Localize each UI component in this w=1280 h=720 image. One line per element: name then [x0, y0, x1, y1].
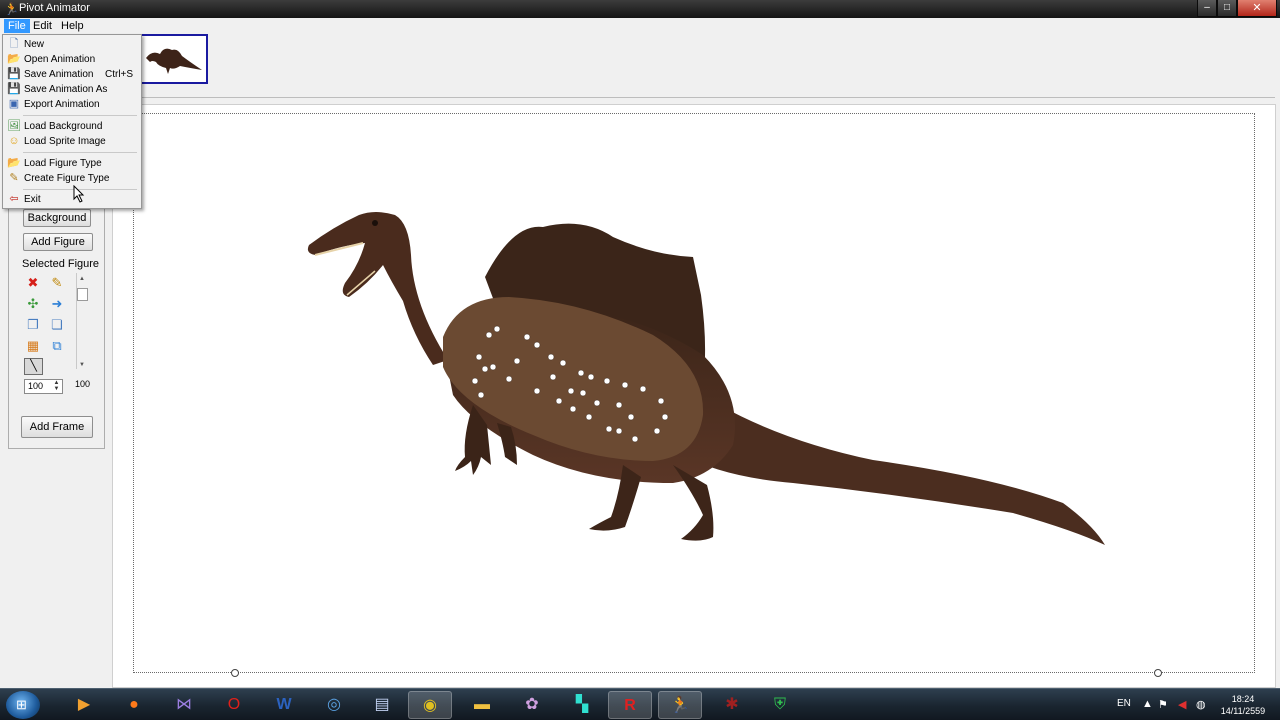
- menu-help[interactable]: Help: [57, 19, 88, 33]
- animation-canvas[interactable]: [112, 104, 1276, 688]
- flip-figure-icon[interactable]: ➜: [49, 296, 65, 312]
- windows-logo-icon: ⊞: [16, 697, 27, 712]
- add-figure-button[interactable]: Add Figure: [23, 233, 93, 251]
- menu-item-load-sprite-image[interactable]: ☺ Load Sprite Image: [5, 134, 139, 149]
- spin-arrows-icon[interactable]: ▲ ▼: [51, 380, 62, 393]
- title-bar: 🏃 Pivot Animator – □ ✕: [0, 0, 1280, 18]
- center-figure-icon[interactable]: ✣: [25, 296, 41, 312]
- delete-figure-icon[interactable]: ✖: [25, 275, 41, 291]
- system-clock[interactable]: 18:24 14/11/2559: [1213, 693, 1273, 717]
- action-center-icon[interactable]: ⚑: [1158, 698, 1168, 711]
- taskbar-word[interactable]: W: [262, 691, 306, 719]
- line-tool-icon[interactable]: ╲: [24, 358, 43, 375]
- clock-date: 14/11/2559: [1220, 706, 1266, 716]
- taskbar-paint[interactable]: ✿: [510, 691, 554, 719]
- taskbar-file-explorer[interactable]: ▬: [460, 691, 504, 719]
- copy-figure-icon[interactable]: ⧉: [49, 338, 65, 354]
- load-background-icon: 🖼: [7, 120, 21, 132]
- load-figure-icon: 📂: [7, 157, 21, 169]
- menu-separator: [23, 115, 137, 116]
- frame-dinosaur-preview: [146, 48, 202, 74]
- minimize-button[interactable]: –: [1197, 0, 1217, 17]
- bring-forward-icon[interactable]: ❐: [25, 317, 41, 333]
- slider-down-arrow-icon[interactable]: ▼: [79, 362, 85, 368]
- export-icon: ▣: [8, 98, 20, 110]
- menu-item-create-figure-type[interactable]: ✎ Create Figure Type: [5, 171, 139, 186]
- mouse-cursor-icon: [73, 185, 85, 203]
- menu-bar: File Edit Help: [0, 18, 1280, 34]
- show-hidden-icons-icon[interactable]: ▲: [1142, 698, 1153, 710]
- selected-figure-label: Selected Figure: [22, 258, 100, 270]
- clock-time: 18:24: [1231, 694, 1255, 704]
- exit-icon: ⇦: [9, 193, 19, 205]
- taskbar-visual-studio[interactable]: ⋈: [162, 691, 206, 719]
- menu-file[interactable]: File: [4, 19, 30, 33]
- windows-taskbar: ⊞ ▶ ● ⋈ O W ◎ ▤ ◉ ▬ ✿ ▚ R 🏃 ✱ ⛨ EN ▲ ⚑ ◀…: [0, 688, 1280, 720]
- language-indicator[interactable]: EN: [1117, 698, 1131, 720]
- taskbar-spider-app[interactable]: ✱: [710, 691, 754, 719]
- pivot-app-icon: 🏃: [4, 2, 19, 16]
- color-figure-icon[interactable]: ▦: [25, 338, 41, 354]
- frame-timeline: [140, 34, 1275, 98]
- menu-separator: [23, 152, 137, 153]
- pencil-icon: ✎: [9, 172, 19, 184]
- taskbar-opera[interactable]: O: [212, 691, 256, 719]
- start-button[interactable]: ⊞: [6, 691, 40, 719]
- taskbar-media-player[interactable]: ▶: [62, 691, 106, 719]
- window-title: Pivot Animator: [19, 2, 90, 14]
- send-backward-icon[interactable]: ❏: [49, 317, 65, 333]
- maximize-button[interactable]: □: [1217, 0, 1237, 17]
- menu-item-exit[interactable]: ⇦ Exit: [5, 192, 139, 207]
- taskbar-firefox[interactable]: ●: [112, 691, 156, 719]
- edit-figure-icon[interactable]: ✎: [49, 275, 65, 291]
- menu-item-new[interactable]: 🗋 New: [5, 37, 139, 52]
- open-animation-icon: 📂: [7, 53, 21, 65]
- menu-item-export-animation[interactable]: ▣ Export Animation: [5, 97, 139, 112]
- taskbar-presentation[interactable]: ▤: [360, 691, 404, 719]
- pivot-animator-window: 🏃 Pivot Animator – □ ✕ File Edit Help Ba…: [0, 0, 1280, 720]
- frame-thumbnail[interactable]: [140, 34, 208, 84]
- network-icon[interactable]: ◍: [1196, 698, 1206, 711]
- taskbar-network-tool[interactable]: ◎: [312, 691, 356, 719]
- add-frame-button[interactable]: Add Frame: [21, 416, 93, 438]
- taskbar-pivot-animator[interactable]: 🏃: [658, 691, 702, 719]
- taskbar-game[interactable]: ▚: [560, 691, 604, 719]
- close-button[interactable]: ✕: [1237, 0, 1277, 17]
- menu-item-open-animation[interactable]: 📂 Open Animation: [5, 52, 139, 67]
- slider-up-arrow-icon[interactable]: ▲: [79, 276, 85, 282]
- save-shortcut: Ctrl+S: [105, 69, 134, 80]
- menu-item-save-animation[interactable]: 💾 Save Animation Ctrl+S: [5, 67, 139, 82]
- file-dropdown-menu: 🗋 New 📂 Open Animation 💾 Save Animation …: [2, 34, 142, 209]
- taskbar-roblox[interactable]: R: [608, 691, 652, 719]
- size-max-label: 100: [75, 379, 91, 389]
- new-file-icon: 🗋: [9, 38, 19, 50]
- menu-item-load-figure-type[interactable]: 📂 Load Figure Type: [5, 156, 139, 171]
- spinosaurus-sprite[interactable]: [113, 105, 1277, 689]
- sprite-icon: ☺: [8, 135, 20, 147]
- menu-edit[interactable]: Edit: [29, 19, 56, 33]
- slider-thumb[interactable]: [77, 288, 88, 301]
- menu-item-save-animation-as[interactable]: 💾 Save Animation As: [5, 82, 139, 97]
- save-as-icon: 💾: [7, 83, 21, 95]
- save-icon: 💾: [7, 68, 21, 80]
- taskbar-security-shield[interactable]: ⛨: [758, 691, 802, 719]
- volume-muted-icon[interactable]: ◀: [1178, 698, 1186, 711]
- background-button[interactable]: Background: [23, 209, 91, 227]
- menu-item-load-background[interactable]: 🖼 Load Background: [5, 119, 139, 134]
- taskbar-chrome[interactable]: ◉: [408, 691, 452, 719]
- tool-panel: Background Add Figure Selected Figure ✖ …: [8, 205, 105, 449]
